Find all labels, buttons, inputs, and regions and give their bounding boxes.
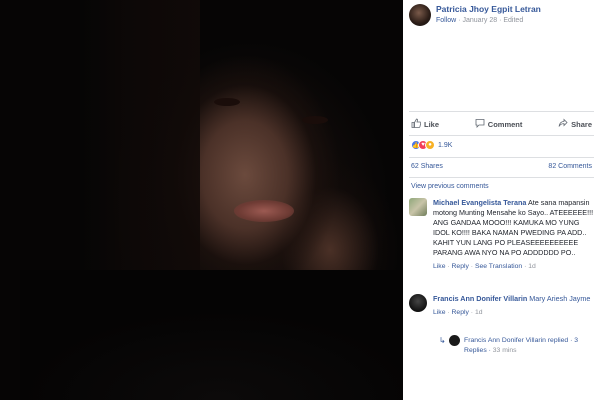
meta-separator: · — [499, 17, 502, 24]
comment-like-link[interactable]: Like — [433, 309, 445, 316]
comment-label: Comment — [487, 119, 523, 129]
author-avatar[interactable] — [409, 4, 431, 26]
shares-count[interactable]: 62 Shares — [411, 163, 443, 170]
comment: Michael Evangelista Terana Ate sana mapa… — [409, 198, 596, 272]
photo-detail — [20, 270, 400, 400]
reply-summary-text: Francis Ann Donifer Villarin replied · 3… — [464, 337, 579, 354]
post-stats: 62 Shares 82 Comments — [411, 163, 592, 170]
author-name[interactable]: Patricia Jhoy Egpit Letran — [436, 4, 541, 15]
photo-detail — [214, 98, 240, 106]
commenter-name[interactable]: Francis Ann Donifer Villarin — [433, 294, 527, 303]
replies-link[interactable]: ↳ Francis Ann Donifer Villarin replied ·… — [439, 335, 596, 356]
post-meta: Follow · January 28 · Edited — [436, 15, 541, 26]
reactions-count: 1.9K — [438, 141, 453, 149]
meta-separator: · — [458, 17, 461, 24]
edited-label[interactable]: Edited — [503, 17, 523, 24]
view-previous-comments-link[interactable]: View previous comments — [411, 183, 489, 190]
comment-reply-link[interactable]: Reply — [452, 309, 469, 316]
reactions-summary[interactable]: 👍 ♥ ● 1.9K — [411, 140, 452, 150]
comments-count[interactable]: 82 Comments — [548, 163, 592, 170]
divider — [409, 157, 594, 158]
replier-avatar — [449, 335, 461, 346]
share-arrow-icon — [558, 118, 568, 130]
post-header: Patricia Jhoy Egpit Letran Follow · Janu… — [403, 0, 600, 30]
post-date[interactable]: January 28 — [462, 17, 497, 24]
photo-detail — [302, 116, 328, 124]
comment-like-link[interactable]: Like — [433, 263, 445, 270]
like-label: Like — [424, 119, 440, 129]
comment-meta: Like · Reply · See Translation · 1d — [433, 263, 536, 270]
post-side-panel: Patricia Jhoy Egpit Letran Follow · Janu… — [403, 0, 600, 400]
wow-reaction-icon: ● — [425, 140, 435, 150]
photo-detail — [234, 200, 294, 222]
speech-bubble-icon — [475, 118, 485, 130]
divider — [409, 111, 594, 112]
follow-link[interactable]: Follow — [436, 17, 456, 24]
comment-time[interactable]: 1d — [528, 263, 536, 270]
divider — [409, 135, 594, 136]
share-label: Share — [571, 119, 592, 129]
comment-button[interactable]: Comment — [475, 118, 523, 130]
share-button[interactable]: Share — [558, 118, 592, 130]
comment-meta: Like · Reply · 1d — [433, 309, 483, 316]
reply-arrow-icon: ↳ — [439, 336, 446, 345]
commenter-avatar[interactable] — [409, 294, 427, 312]
reply-time: 33 mins — [492, 347, 517, 354]
thumbs-up-icon — [411, 118, 422, 130]
comment-reply-link[interactable]: Reply — [452, 263, 469, 270]
like-button[interactable]: Like — [411, 118, 439, 130]
divider — [409, 177, 594, 178]
see-translation-link[interactable]: See Translation — [475, 263, 522, 270]
comment-time[interactable]: 1d — [475, 309, 483, 316]
comment: Francis Ann Donifer Villarin Mary Ariesh… — [409, 294, 596, 318]
commenter-avatar[interactable] — [409, 198, 427, 216]
commenter-name[interactable]: Michael Evangelista Terana — [433, 198, 526, 207]
tagged-user[interactable]: Mary Ariesh Jayme — [529, 294, 590, 303]
post-photo[interactable] — [0, 0, 403, 400]
post-actions: Like Comment Share — [411, 116, 592, 132]
